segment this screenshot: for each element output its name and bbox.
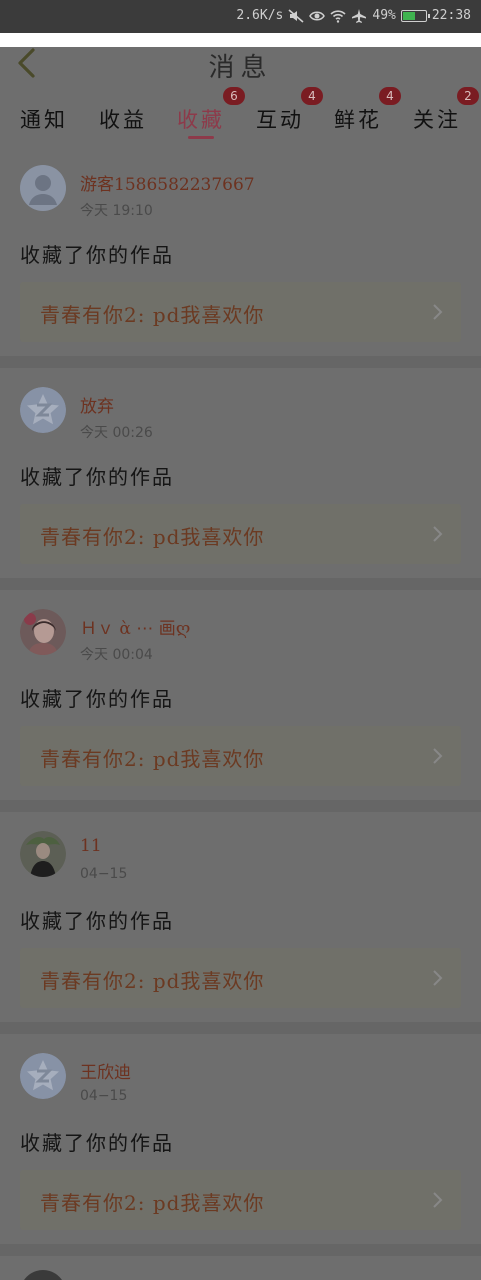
header: 消息: [0, 47, 481, 87]
avatar-photo[interactable]: [20, 831, 66, 877]
tab-favorites[interactable]: 收藏: [177, 104, 225, 134]
avatar-z-logo[interactable]: [20, 1053, 66, 1099]
network-speed: 2.6K/s: [236, 8, 284, 23]
action-text: 收藏了你的作品: [20, 687, 174, 711]
notification-card[interactable]: 放弃 今天 00:26 收藏了你的作品 青春有你2: pd我喜欢你: [0, 370, 481, 578]
timestamp: 今天 00:26: [80, 425, 153, 441]
chevron-right-icon: [433, 304, 443, 320]
chevron-right-icon: [433, 970, 443, 986]
battery-fill: [402, 11, 415, 20]
battery-icon: [400, 9, 430, 22]
tab-flowers[interactable]: 鲜花: [334, 104, 382, 134]
active-tab-indicator: [188, 136, 214, 139]
divider: [0, 578, 481, 590]
timestamp: 今天 00:04: [80, 647, 153, 663]
next-card-avatar-peek: [20, 1270, 66, 1280]
tab-interactions-badge: 4: [301, 87, 323, 105]
tab-notifications[interactable]: 通知: [20, 104, 68, 134]
work-link[interactable]: 青春有你2: pd我喜欢你: [20, 504, 461, 564]
tab-favorites-badge: 6: [223, 87, 245, 105]
z-logo-icon: [20, 1053, 66, 1099]
work-title: 青春有你2: pd我喜欢你: [40, 525, 265, 549]
eye-icon: [309, 11, 326, 20]
work-title: 青春有你2: pd我喜欢你: [40, 969, 265, 993]
user-name[interactable]: 游客1586582237667: [80, 170, 255, 195]
chevron-right-icon: [433, 1192, 443, 1208]
photo-person-avatar: [20, 831, 66, 877]
work-link[interactable]: 青春有你2: pd我喜欢你: [20, 1170, 461, 1230]
tab-flowers-badge: 4: [379, 87, 401, 105]
battery-percent: 49%: [372, 8, 396, 23]
user-name[interactable]: 放弃: [80, 392, 114, 417]
z-logo-icon: [20, 387, 66, 433]
timestamp: 04−15: [80, 1088, 128, 1104]
divider: [0, 800, 481, 812]
chevron-right-icon: [433, 748, 443, 764]
action-text: 收藏了你的作品: [20, 1131, 174, 1155]
work-link[interactable]: 青春有你2: pd我喜欢你: [20, 948, 461, 1008]
notification-card[interactable]: 11 04−15 收藏了你的作品 青春有你2: pd我喜欢你: [0, 814, 481, 1022]
tab-follows-badge: 2: [457, 87, 479, 105]
user-name[interactable]: 王欣迪: [80, 1058, 131, 1083]
work-title: 青春有你2: pd我喜欢你: [40, 303, 265, 327]
work-link[interactable]: 青春有你2: pd我喜欢你: [20, 726, 461, 786]
status-icons: 2.6K/s 49% 22:38: [236, 8, 471, 23]
timestamp: 今天 19:10: [80, 203, 153, 219]
notification-card[interactable]: 游客1586582237667 今天 19:10 收藏了你的作品 青春有你2: …: [0, 148, 481, 356]
avatar-z-logo[interactable]: [20, 387, 66, 433]
airplane-icon: [352, 8, 367, 23]
work-title: 青春有你2: pd我喜欢你: [40, 747, 265, 771]
page-title: 消息: [208, 53, 273, 83]
action-text: 收藏了你的作品: [20, 909, 174, 933]
tab-earnings[interactable]: 收益: [99, 104, 147, 134]
tab-follows[interactable]: 关注: [413, 104, 461, 134]
user-name[interactable]: 11: [80, 836, 102, 856]
work-title: 青春有你2: pd我喜欢你: [40, 1191, 265, 1215]
avatar-default[interactable]: [20, 165, 66, 211]
clock: 22:38: [431, 8, 471, 23]
photo-girl-avatar: [20, 609, 66, 655]
notification-card[interactable]: 王欣迪 04−15 收藏了你的作品 青春有你2: pd我喜欢你: [0, 1036, 481, 1244]
mute-icon: [288, 8, 304, 23]
avatar-photo[interactable]: [20, 609, 66, 655]
action-text: 收藏了你的作品: [20, 465, 174, 489]
status-bar: 2.6K/s 49% 22:38: [0, 0, 481, 33]
top-strip: [0, 33, 481, 47]
default-user-icon: [20, 165, 66, 211]
divider: [0, 1022, 481, 1034]
notification-card[interactable]: Ｈｖ ὰ ⋯ 画ღ 今天 00:04 收藏了你的作品 青春有你2: pd我喜欢你: [0, 592, 481, 800]
tab-bar: 通知 收益 收藏 6 互动 4 鲜花 4 关注 2: [0, 87, 481, 140]
timestamp: 04−15: [80, 866, 128, 882]
divider: [0, 1244, 481, 1256]
tab-interactions[interactable]: 互动: [256, 104, 304, 134]
work-link[interactable]: 青春有你2: pd我喜欢你: [20, 282, 461, 342]
wifi-icon: [330, 9, 346, 23]
chevron-right-icon: [433, 526, 443, 542]
divider: [0, 356, 481, 368]
action-text: 收藏了你的作品: [20, 243, 174, 267]
user-name[interactable]: Ｈｖ ὰ ⋯ 画ღ: [80, 614, 190, 639]
